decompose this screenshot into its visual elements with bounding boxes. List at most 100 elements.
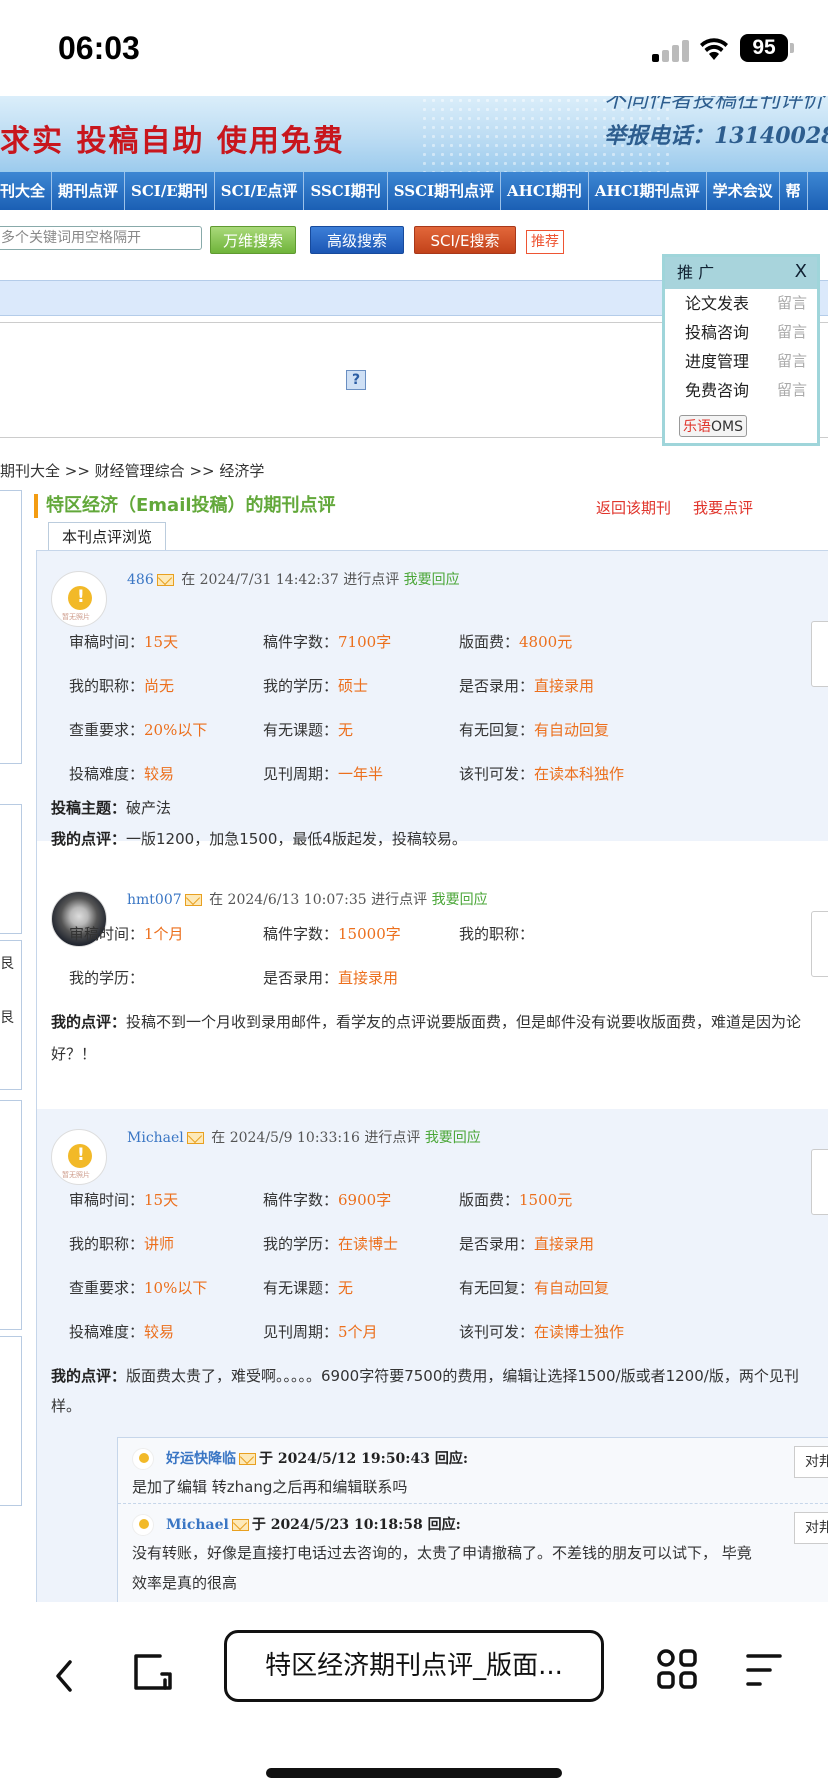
promo-item-label: 论文发表 <box>685 294 750 313</box>
did-review-text: 进行点评 <box>371 892 428 908</box>
promo-item-msg[interactable]: 留言 <box>777 318 807 347</box>
tab-review-browse[interactable]: 本刊点评浏览 <box>48 522 166 550</box>
avatar[interactable]: 暂无照片 <box>51 1129 107 1185</box>
nav-item[interactable]: SSCI期刊点评 <box>388 172 502 210</box>
review-time: 2024/5/9 10:33:16 <box>229 1130 360 1146</box>
field-title: 我的职称： <box>459 925 535 943</box>
respond-link[interactable]: 我要回应 <box>432 892 488 908</box>
promo-close-button[interactable]: X <box>795 257 807 287</box>
grid-menu-icon[interactable] <box>656 1648 698 1690</box>
nav-item[interactable]: 帮 <box>780 172 808 210</box>
scie-search-button[interactable]: SCI/E搜索 <box>414 226 516 254</box>
email-icon[interactable] <box>231 1519 249 1531</box>
banner-slogan: 求实 投稿自助 使用免费 <box>0 124 345 159</box>
avatar[interactable] <box>132 1514 154 1536</box>
reply-action-button[interactable]: 对邦 <box>794 1512 828 1544</box>
wifi-icon <box>700 38 728 60</box>
home-indicator[interactable] <box>266 1768 562 1778</box>
respond-link[interactable]: 我要回应 <box>404 572 460 588</box>
reply-prefix: 于 <box>259 1451 273 1467</box>
field-plagiarism: 查重要求：20%以下 <box>69 721 208 739</box>
promo-item[interactable]: 投稿咨询 留言 <box>665 318 817 347</box>
tabs-icon[interactable] <box>132 1650 174 1692</box>
field-title: 我的职称：尚无 <box>69 677 175 695</box>
battery-tip <box>790 43 794 53</box>
field-word-count: 稿件字数：7100字 <box>263 633 392 651</box>
back-to-journal-link[interactable]: 返回该期刊 <box>596 499 671 517</box>
field-accepted: 是否录用：直接录用 <box>263 969 399 987</box>
write-review-link[interactable]: 我要点评 <box>693 499 753 517</box>
site-banner: 求实 投稿自助 使用免费 不同作者投稿往刊评价 举报电话：13140028228 <box>0 96 828 172</box>
field-education: 我的学历：硕士 <box>263 677 369 695</box>
respond-link[interactable]: 我要回应 <box>425 1130 481 1146</box>
field-review-time: 审稿时间：1个月 <box>69 925 184 943</box>
reply-body: 没有转账，好像是直接打电话过去咨询的，太贵了申请撤稿了。不差钱的朋友可以试下， … <box>132 1544 752 1562</box>
promo-item-label: 进度管理 <box>685 352 750 371</box>
review-item: 暂无照片 Michael 在 2024/5/9 10:33:16 进行点评 我要… <box>37 1109 828 1602</box>
back-arrow-icon[interactable] <box>52 1658 76 1694</box>
reply-body-cont: 效率是真的很高 <box>132 1574 238 1592</box>
oms-text: OMS <box>711 419 743 435</box>
recommend-link[interactable]: 推荐 <box>526 230 564 254</box>
reply-user[interactable]: 好运快降临 <box>166 1451 236 1467</box>
nav-item[interactable]: AHCI期刊点评 <box>589 172 707 210</box>
main-nav: 刊大全 期刊点评 SCI/E期刊 SCI/E点评 SSCI期刊 SSCI期刊点评 AHCI期… <box>0 172 828 210</box>
reviewer-name[interactable]: hmt007 <box>127 892 182 908</box>
field-education: 我的学历：在读博士 <box>263 1235 399 1253</box>
review-header: 486 在 2024/7/31 14:42:37 进行点评 我要回应 <box>127 569 460 589</box>
reply-time: 2024/5/23 10:18:58 <box>270 1517 423 1533</box>
promo-item[interactable]: 免费咨询 留言 <box>665 376 817 405</box>
nav-item[interactable]: 期刊点评 <box>52 172 126 210</box>
field-review-time: 审稿时间：15天 <box>69 633 179 651</box>
field-page-fee: 版面费：4800元 <box>459 633 573 651</box>
cellular-signal-icon <box>652 38 692 62</box>
wanwei-search-button[interactable]: 万维搜索 <box>210 226 296 254</box>
sidebar-fragment: 艮 <box>0 956 14 972</box>
email-icon[interactable] <box>186 1132 204 1144</box>
side-card <box>811 621 828 687</box>
avatar[interactable]: 暂无照片 <box>51 571 107 627</box>
nav-item[interactable]: 刊大全 <box>0 172 53 210</box>
review-comment: 我的点评：一版1200，加急1500，最低4版起发，投稿较易。 <box>51 830 467 848</box>
address-bar[interactable]: 特区经济期刊点评_版面... <box>224 1630 604 1702</box>
avatar[interactable] <box>132 1448 154 1470</box>
reviewer-name[interactable]: 486 <box>127 572 154 588</box>
field-publishable: 该刊可发：在读博士独作 <box>459 1323 625 1341</box>
field-difficulty: 投稿难度：较易 <box>69 1323 175 1341</box>
nav-item[interactable]: SCI/E点评 <box>215 172 305 210</box>
nav-item[interactable]: SSCI期刊 <box>304 172 388 210</box>
email-icon[interactable] <box>184 894 202 906</box>
promo-item-msg[interactable]: 留言 <box>777 376 807 405</box>
avatar-placeholder-text: 暂无照片 <box>62 613 90 621</box>
at-text: 在 <box>209 892 224 908</box>
promo-item-msg[interactable]: 留言 <box>777 289 807 318</box>
field-difficulty: 投稿难度：较易 <box>69 765 175 783</box>
reply-action-button[interactable]: 对邦 <box>794 1446 828 1478</box>
promo-item-label: 免费咨询 <box>685 381 750 400</box>
side-card <box>811 1149 828 1215</box>
leyu-oms-logo[interactable]: 乐语OMS <box>679 415 747 437</box>
breadcrumb[interactable]: 期刊大全 >> 财经管理综合 >> 经济学 <box>0 460 264 481</box>
review-item: 暂无照片 486 在 2024/7/31 14:42:37 进行点评 我要回应 … <box>37 551 828 848</box>
email-icon[interactable] <box>239 1453 256 1465</box>
field-reply: 有无回复：有自动回复 <box>459 721 610 739</box>
reviewer-name[interactable]: Michael <box>127 1130 184 1146</box>
promo-panel: 推 广 X 论文发表 留言 投稿咨询 留言 进度管理 留言 免费咨询 留言 乐语OMS <box>662 254 820 446</box>
menu-icon[interactable] <box>744 1652 784 1688</box>
nav-item[interactable]: AHCI期刊 <box>501 172 589 210</box>
email-icon[interactable] <box>156 574 174 586</box>
nav-item[interactable]: 学术会议 <box>707 172 780 210</box>
nav-item[interactable]: SCI/E期刊 <box>125 172 215 210</box>
reply-user[interactable]: Michael <box>166 1517 229 1533</box>
promo-item-msg[interactable]: 留言 <box>777 347 807 376</box>
promo-item-label: 投稿咨询 <box>685 323 750 342</box>
promo-item[interactable]: 进度管理 留言 <box>665 347 817 376</box>
advanced-search-button[interactable]: 高级搜索 <box>310 226 404 254</box>
field-review-time: 审稿时间：15天 <box>69 1191 179 1209</box>
search-input[interactable]: 多个关键词用空格隔开 <box>0 226 202 250</box>
promo-item[interactable]: 论文发表 留言 <box>665 289 817 318</box>
review-list: 暂无照片 486 在 2024/7/31 14:42:37 进行点评 我要回应 … <box>36 550 828 1602</box>
review-item: hmt007 在 2024/6/13 10:07:35 进行点评 我要回应 审稿… <box>37 871 828 1081</box>
reply-header: 好运快降临 于 2024/5/12 19:50:43 回应: <box>166 1448 468 1468</box>
reply-suffix: 回应: <box>427 1517 461 1533</box>
